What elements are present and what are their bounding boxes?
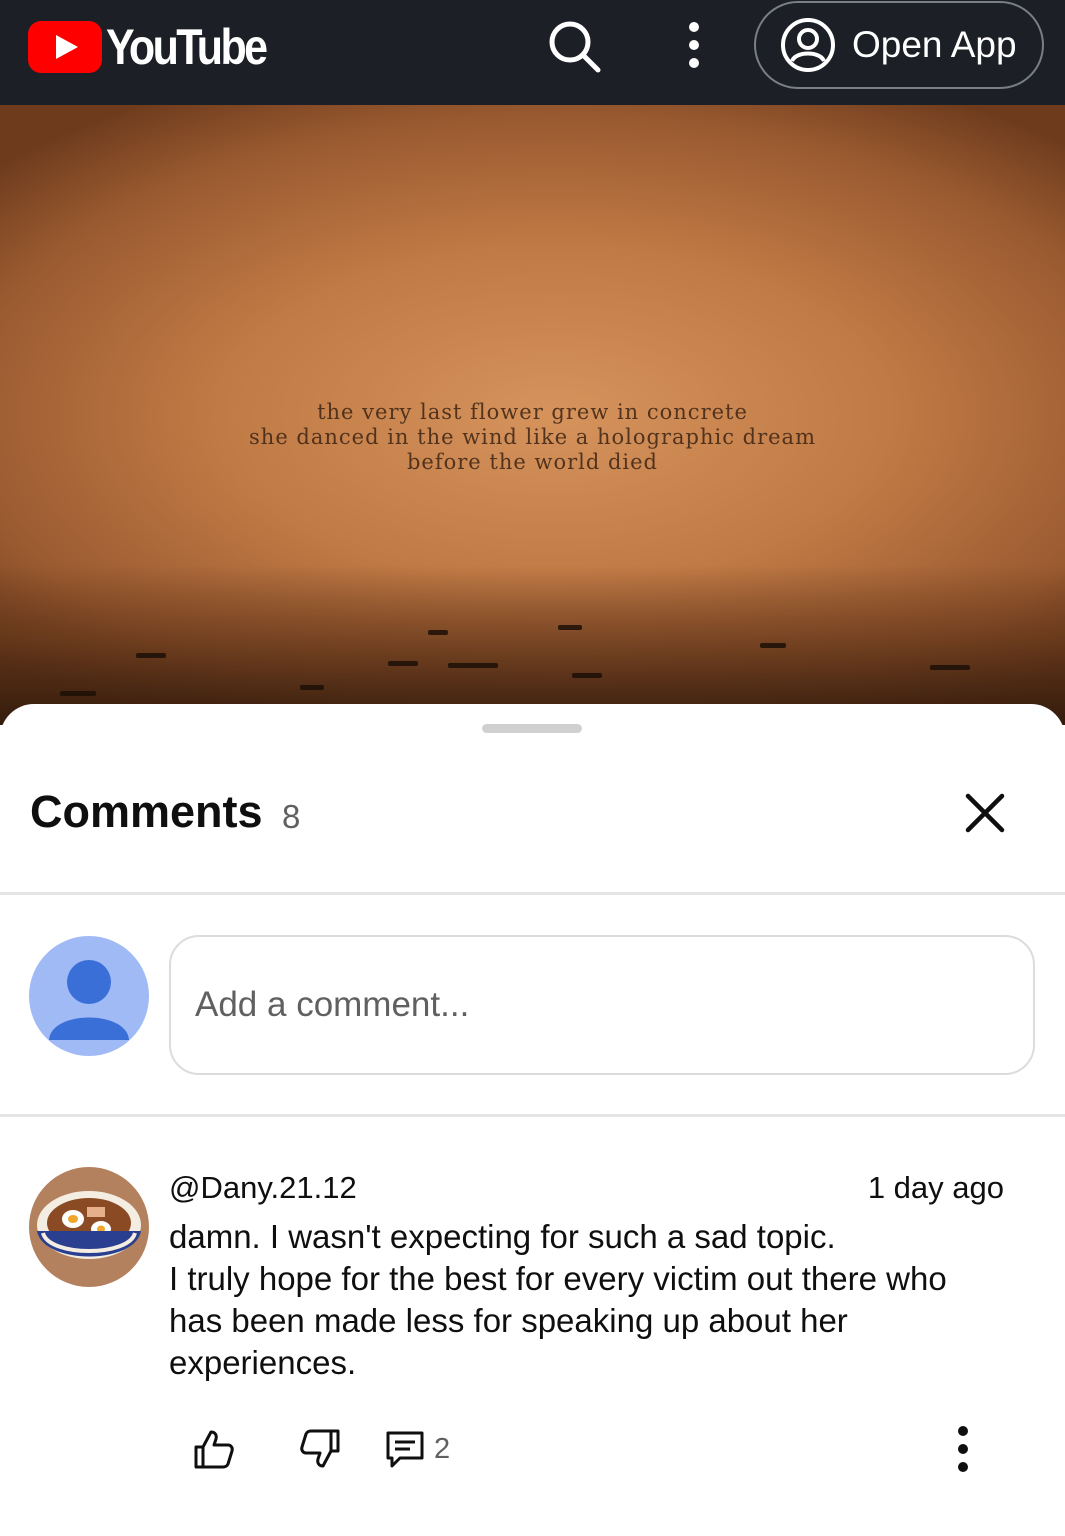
video-debris [428, 630, 448, 635]
close-comments-button[interactable] [962, 790, 1008, 836]
my-avatar [29, 936, 149, 1056]
video-caption-line: she danced in the wind like a holographi… [249, 425, 816, 449]
comments-count: 8 [282, 798, 301, 835]
video-debris [388, 661, 418, 666]
video-floor-shading [0, 565, 1065, 725]
comment-author[interactable]: @Dany.21.12 [169, 1170, 357, 1206]
video-debris [558, 625, 582, 630]
comment-more-button[interactable] [946, 1424, 980, 1474]
more-options-button[interactable] [674, 18, 714, 74]
video-debris [572, 673, 602, 678]
open-app-label: Open App [852, 24, 1017, 65]
video-player[interactable]: the very last flower grew in concrete sh… [0, 105, 1065, 725]
reply-icon [386, 1431, 424, 1468]
reply-count: 2 [434, 1432, 451, 1465]
like-button[interactable] [192, 1426, 236, 1472]
comment-text-line: experiences. [169, 1344, 357, 1381]
divider [0, 1114, 1065, 1117]
more-vertical-icon [958, 1426, 968, 1472]
video-debris [300, 685, 324, 690]
add-comment-input[interactable] [169, 935, 1035, 1075]
comment-text-line: has been made less for speaking up about… [169, 1302, 848, 1339]
open-app-button[interactable]: Open App [754, 1, 1044, 89]
close-icon [965, 793, 1005, 833]
top-app-bar: YouTube Open App [0, 0, 1065, 105]
comment-text: damn. I wasn't expecting for such a sad … [169, 1216, 1019, 1384]
dislike-button[interactable] [298, 1426, 342, 1472]
ramen-bowl-avatar-icon [29, 1167, 149, 1287]
default-avatar-icon [49, 960, 129, 1040]
video-debris [930, 665, 970, 670]
more-vertical-icon [689, 22, 699, 68]
commenter-avatar[interactable] [29, 1167, 149, 1287]
comment-text-line: I truly hope for the best for every vict… [169, 1260, 947, 1297]
comments-title: Comments [30, 786, 263, 837]
youtube-logo[interactable]: YouTube [28, 18, 291, 76]
comment-timestamp: 1 day ago [867, 1170, 1004, 1205]
thumbs-up-icon [194, 1430, 234, 1469]
video-caption: the very last flower grew in concrete sh… [0, 400, 1065, 475]
brand-name: YouTube [106, 19, 268, 75]
thumbs-down-icon [300, 1429, 340, 1468]
comments-sheet: Comments 8 Add a comment... @Dany.21.12 … [0, 704, 1065, 1536]
video-debris [60, 691, 96, 696]
video-debris [136, 653, 166, 658]
youtube-logo-icon [28, 21, 102, 73]
video-debris [760, 643, 786, 648]
comment-text-line: damn. I wasn't expecting for such a sad … [169, 1218, 836, 1255]
search-icon [549, 21, 601, 73]
account-circle-icon [781, 18, 835, 72]
drag-handle[interactable] [482, 724, 582, 733]
divider [0, 892, 1065, 895]
video-caption-line: the very last flower grew in concrete [317, 400, 748, 424]
video-debris [448, 663, 498, 668]
search-button[interactable] [544, 16, 604, 76]
video-caption-line: before the world died [406, 450, 658, 474]
reply-button[interactable]: 2 [384, 1426, 474, 1472]
